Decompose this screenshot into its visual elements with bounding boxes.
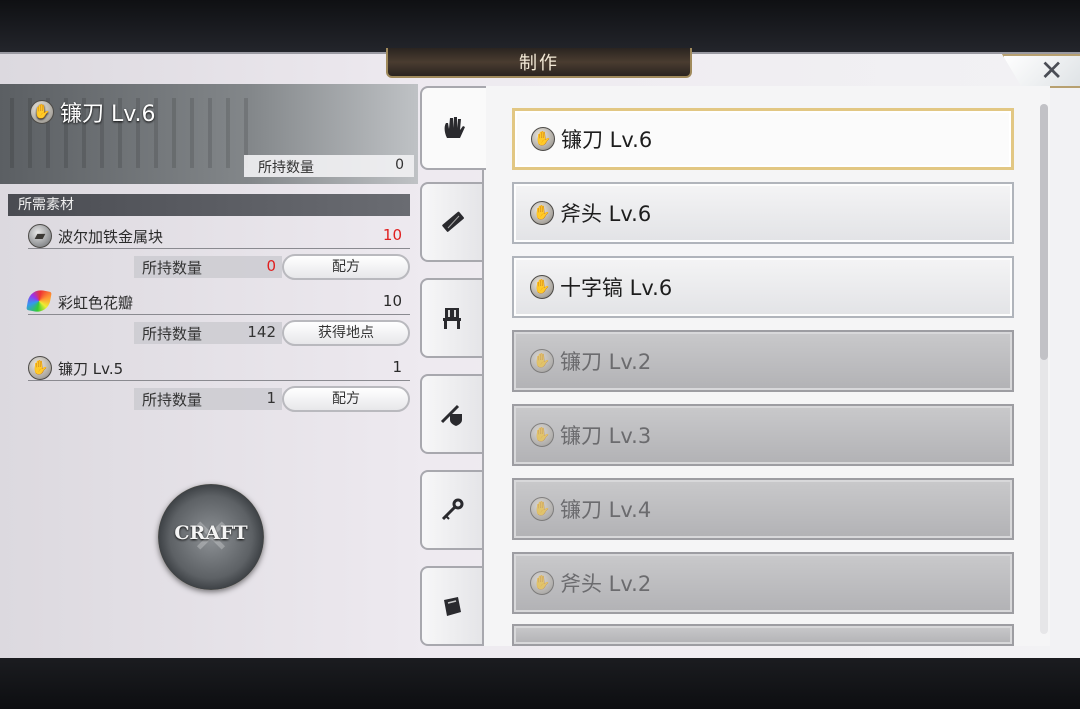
recipe-label: 镰刀 Lv.2 bbox=[560, 350, 652, 374]
recipe-label: 镰刀 Lv.4 bbox=[560, 498, 652, 522]
material-required: 10 bbox=[382, 226, 402, 244]
glove-icon: ✋ bbox=[530, 275, 554, 299]
material-owned: 所持数量 1 bbox=[134, 388, 282, 410]
scrollbar-thumb[interactable] bbox=[1040, 104, 1048, 360]
top-background bbox=[0, 0, 1080, 52]
acquire-location-button[interactable]: 获得地点 bbox=[282, 320, 410, 346]
tab-gloves[interactable] bbox=[420, 86, 486, 170]
recipe-item[interactable]: ✋ 斧头 Lv.2 bbox=[512, 552, 1014, 614]
material-owned: 所持数量 0 bbox=[134, 256, 282, 278]
material-row: 彩虹色花瓣 10 bbox=[26, 288, 410, 314]
category-tabs bbox=[420, 86, 486, 658]
recipe-item[interactable]: ✋ 镰刀 Lv.2 bbox=[512, 330, 1014, 392]
window-title-plate: 制作 bbox=[386, 48, 692, 78]
glove-icon: ✋ bbox=[530, 201, 554, 225]
material-row: ▰ 波尔加铁金属块 10 bbox=[28, 224, 410, 248]
glove-icon: ✋ bbox=[30, 100, 54, 124]
divider bbox=[28, 380, 410, 381]
tab-equipment[interactable] bbox=[420, 374, 482, 454]
recipe-item[interactable]: ✋ 斧头 Lv.6 bbox=[512, 182, 1014, 244]
craft-button[interactable]: ✕ CRAFT bbox=[158, 484, 264, 590]
material-name: 波尔加铁金属块 bbox=[58, 228, 164, 246]
metal-block-icon: ▰ bbox=[28, 224, 52, 248]
scroll-icon bbox=[437, 591, 467, 621]
tab-materials[interactable] bbox=[420, 182, 482, 262]
material-name: 彩虹色花瓣 bbox=[58, 294, 134, 312]
recipe-item-partial[interactable] bbox=[512, 624, 1014, 646]
recipe-button[interactable]: 配方 bbox=[282, 254, 410, 280]
rainbow-petal-icon bbox=[26, 288, 52, 314]
owned-value: 1 bbox=[266, 389, 276, 407]
key-icon bbox=[437, 495, 467, 525]
divider bbox=[28, 314, 410, 315]
owned-label: 所持数量 bbox=[142, 259, 203, 277]
material-required: 10 bbox=[382, 292, 402, 310]
material-required: 1 bbox=[392, 358, 402, 376]
shield-sword-icon bbox=[437, 399, 467, 429]
recipe-item[interactable]: ✋ 镰刀 Lv.3 bbox=[512, 404, 1014, 466]
glove-icon: ✋ bbox=[530, 571, 554, 595]
recipe-item[interactable]: ✋ 镰刀 Lv.4 bbox=[512, 478, 1014, 540]
recipe-label: 斧头 Lv.2 bbox=[560, 572, 652, 596]
glove-icon: ✋ bbox=[530, 497, 554, 521]
item-title: ✋ 镰刀 Lv.6 bbox=[30, 96, 156, 128]
glove-icon: ✋ bbox=[531, 127, 555, 151]
close-icon: ✕ bbox=[1040, 54, 1064, 87]
owned-value: 142 bbox=[247, 323, 276, 341]
tab-furniture[interactable] bbox=[420, 278, 482, 358]
recipe-label: 镰刀 Lv.6 bbox=[561, 128, 653, 152]
tab-keys[interactable] bbox=[420, 470, 482, 550]
divider bbox=[28, 248, 410, 249]
chair-icon bbox=[437, 303, 467, 333]
item-owned-count: 所持数量 0 bbox=[244, 155, 414, 177]
recipe-label: 斧头 Lv.6 bbox=[560, 202, 652, 226]
material-row: ✋ 镰刀 Lv.5 1 bbox=[28, 356, 410, 380]
owned-label: 所持数量 bbox=[258, 160, 314, 176]
tab-scrolls[interactable] bbox=[420, 566, 482, 646]
recipe-button[interactable]: 配方 bbox=[282, 386, 410, 412]
recipe-label: 镰刀 Lv.3 bbox=[560, 424, 652, 448]
owned-label: 所持数量 bbox=[142, 391, 203, 409]
window-title: 制作 bbox=[519, 53, 559, 74]
material-bar-icon bbox=[437, 207, 467, 237]
materials-section-header: 所需素材 bbox=[8, 194, 410, 216]
owned-label: 所持数量 bbox=[142, 325, 203, 343]
material-owned: 所持数量 142 bbox=[134, 322, 282, 344]
owned-value: 0 bbox=[395, 157, 404, 173]
glove-icon: ✋ bbox=[530, 349, 554, 373]
recipe-item[interactable]: ✋ 十字镐 Lv.6 bbox=[512, 256, 1014, 318]
material-name: 镰刀 Lv.5 bbox=[58, 360, 124, 378]
glove-icon: ✋ bbox=[530, 423, 554, 447]
recipe-label: 十字镐 Lv.6 bbox=[560, 276, 673, 300]
owned-value: 0 bbox=[266, 257, 276, 275]
item-name: 镰刀 Lv.6 bbox=[60, 102, 156, 127]
bottom-background bbox=[0, 658, 1080, 709]
craft-label: CRAFT bbox=[174, 522, 248, 544]
recipe-item[interactable]: ✋ 镰刀 Lv.6 bbox=[512, 108, 1014, 170]
glove-icon bbox=[439, 113, 469, 143]
glove-icon: ✋ bbox=[28, 356, 52, 380]
